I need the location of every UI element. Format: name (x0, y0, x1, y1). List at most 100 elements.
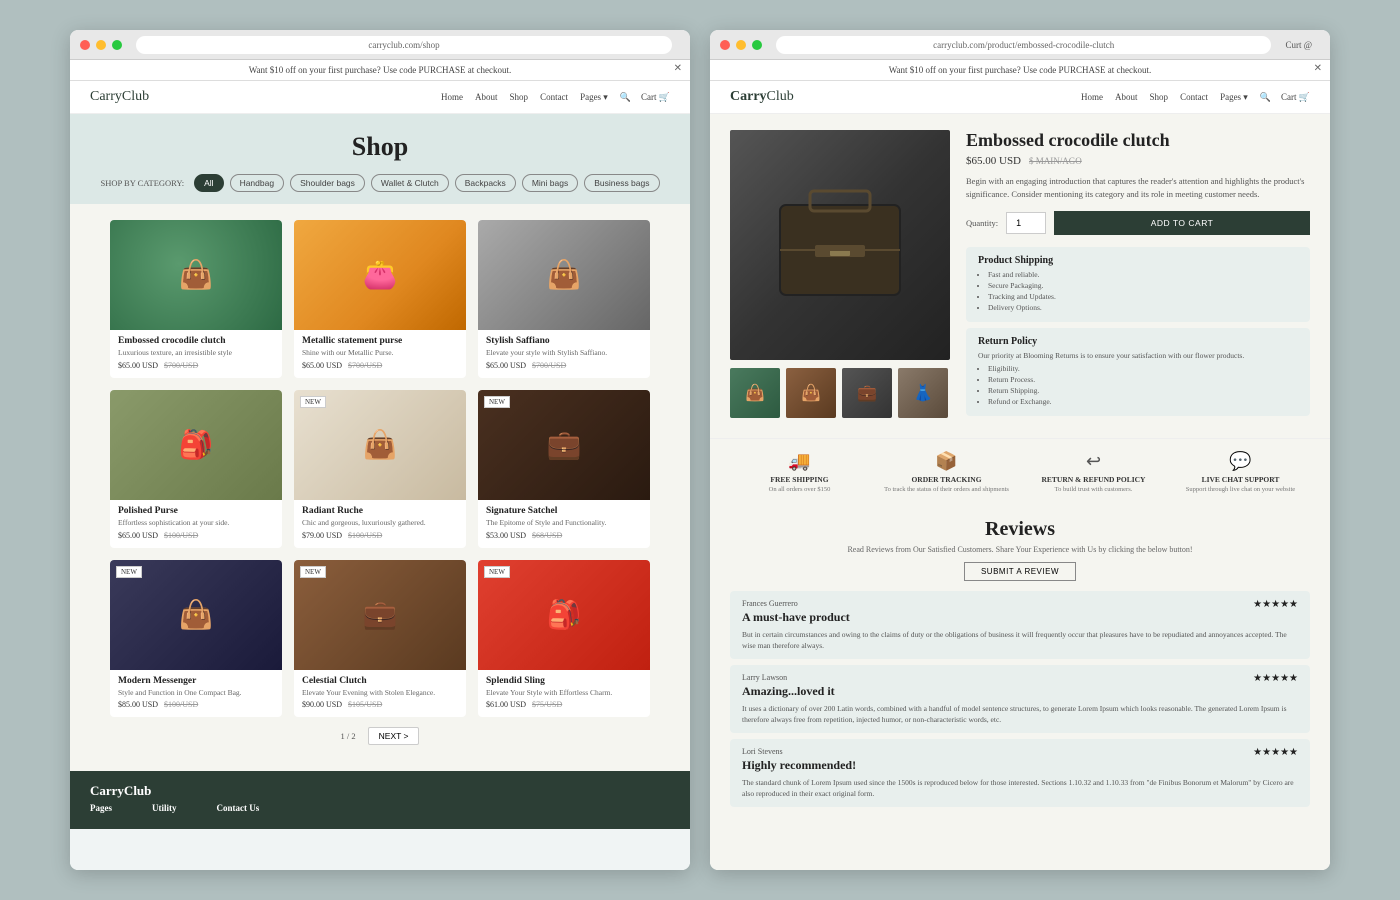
shop-page: Want $10 off on your first purchase? Use… (70, 60, 690, 870)
nav-shop[interactable]: Shop (510, 92, 529, 103)
nav-logo: CarryClub (90, 89, 149, 105)
product-name-9: Splendid Sling (486, 676, 642, 686)
right-nav-contact[interactable]: Contact (1180, 92, 1208, 103)
right-nav-home[interactable]: Home (1081, 92, 1103, 103)
product-price-2: $65.00 USD $700/USD (302, 361, 458, 370)
product-info-3: Stylish Saffiano Elevate your style with… (478, 330, 650, 370)
product-desc-9: Elevate Your Style with Effortless Charm… (486, 688, 642, 698)
shop-hero: Shop SHOP BY CATEGORY: All Handbag Shoul… (70, 114, 690, 204)
nav-contact[interactable]: Contact (540, 92, 568, 103)
right-promo-banner: Want $10 off on your first purchase? Use… (710, 60, 1330, 81)
review-card-2: Larry Lawson Amazing...loved it ★★★★★ It… (730, 665, 1310, 733)
cat-backpack[interactable]: Backpacks (455, 174, 516, 192)
right-nav-pages[interactable]: Pages ▾ (1220, 92, 1248, 103)
cat-handbag[interactable]: Handbag (230, 174, 285, 192)
list-item[interactable]: 👜 Embossed crocodile clutch Luxurious te… (110, 220, 282, 378)
cat-business[interactable]: Business bags (584, 174, 659, 192)
review-stars-1: ★★★★★ (1253, 599, 1298, 610)
product-desc-1: Luxurious texture, an irresistible style (118, 348, 274, 358)
detail-price-row: $65.00 USD $ MAIN/AGO (966, 155, 1310, 167)
product-price-3: $65.00 USD $700/USD (486, 361, 642, 370)
list-item[interactable]: NEW 👜 Radiant Ruche Chic and gorgeous, l… (294, 390, 466, 548)
product-main-image: 👜 👜 💼 👗 (730, 130, 950, 422)
max-btn-left[interactable] (112, 40, 122, 50)
footer-columns: Pages Utility Contact Us (90, 803, 670, 817)
browser-chrome-left: carryclub.com/shop (70, 30, 690, 60)
product-price-5: $79.00 USD $100/USD (302, 531, 458, 540)
cat-shoulder[interactable]: Shoulder bags (290, 174, 365, 192)
right-search-icon[interactable]: 🔍 (1260, 92, 1271, 103)
product-detail-section: 👜 👜 💼 👗 Embossed crocodile clutch $65.00… (710, 114, 1330, 438)
nav-home[interactable]: Home (441, 92, 463, 103)
list-item[interactable]: 👜 Stylish Saffiano Elevate your style wi… (478, 220, 650, 378)
list-item[interactable]: 🎒 Polished Purse Effortless sophisticati… (110, 390, 282, 548)
product-name-3: Stylish Saffiano (486, 336, 642, 346)
returns-title: Return Policy (978, 336, 1298, 347)
returns-icon: ↩ (1020, 451, 1167, 472)
thumb-1[interactable]: 👜 (730, 368, 780, 418)
main-img-art (730, 130, 950, 360)
footer-logo: CarryClub (90, 783, 670, 799)
add-to-cart-button[interactable]: ADD TO CART (1054, 211, 1310, 235)
price-val-6: $53.00 USD (486, 531, 526, 540)
list-item[interactable]: NEW 💼 Signature Satchel The Epitome of S… (478, 390, 650, 548)
close-btn-left[interactable] (80, 40, 90, 50)
nav-pages[interactable]: Pages ▾ (580, 92, 608, 103)
address-bar-left[interactable]: carryclub.com/shop (136, 36, 672, 54)
cart-link[interactable]: Cart 🛒 (641, 92, 670, 103)
product-desc-2: Shine with our Metallic Purse. (302, 348, 458, 358)
right-cart-link[interactable]: Cart 🛒 (1281, 92, 1310, 103)
nav-bar: CarryClub Home About Shop Contact Pages … (70, 81, 690, 114)
list-item[interactable]: 👛 Metallic statement purse Shine with ou… (294, 220, 466, 378)
min-btn-right[interactable] (736, 40, 746, 50)
list-item[interactable]: NEW 💼 Celestial Clutch Elevate Your Even… (294, 560, 466, 718)
max-btn-right[interactable] (752, 40, 762, 50)
feature-chat-desc: Support through live chat on your websit… (1167, 486, 1314, 494)
right-nav-shop[interactable]: Shop (1150, 92, 1169, 103)
old-price-2: $700/USD (348, 361, 382, 370)
reviews-title: Reviews (730, 518, 1310, 541)
bag-gray-img: 👜 (478, 220, 650, 330)
footer-col-pages: Pages (90, 803, 112, 817)
thumb-3[interactable]: 💼 (842, 368, 892, 418)
price-val-4: $65.00 USD (118, 531, 158, 540)
returns-panel: Return Policy Our priority at Blooming R… (966, 328, 1310, 417)
new-badge-9: NEW (484, 566, 510, 578)
product-image-6: NEW 💼 (478, 390, 650, 500)
right-promo-close[interactable]: ✕ (1314, 63, 1322, 74)
review-text-3: The standard chunk of Lorem Ipsum used s… (742, 778, 1298, 799)
right-nav-about[interactable]: About (1115, 92, 1138, 103)
product-name-7: Modern Messenger (118, 676, 274, 686)
search-icon[interactable]: 🔍 (620, 92, 631, 103)
product-info-1: Embossed crocodile clutch Luxurious text… (110, 330, 282, 370)
nav-about[interactable]: About (475, 92, 498, 103)
next-page-button[interactable]: NEXT > (368, 727, 420, 745)
list-item[interactable]: NEW 🎒 Splendid Sling Elevate Your Style … (478, 560, 650, 718)
address-bar-right[interactable]: carryclub.com/product/embossed-crocodile… (776, 36, 1271, 54)
review-header-1: Frances Guerrero A must-have product ★★★… (742, 599, 1298, 627)
product-grid-container: 👜 Embossed crocodile clutch Luxurious te… (70, 204, 690, 771)
price-val-3: $65.00 USD (486, 361, 526, 370)
thumb-4[interactable]: 👗 (898, 368, 948, 418)
review-header-2: Larry Lawson Amazing...loved it ★★★★★ (742, 673, 1298, 701)
right-promo-text: Want $10 off on your first purchase? Use… (889, 65, 1152, 75)
thumb-2[interactable]: 👜 (786, 368, 836, 418)
cat-mini[interactable]: Mini bags (522, 174, 578, 192)
quantity-row: Quantity: ADD TO CART (966, 211, 1310, 235)
feature-returns-desc: To build trust with customers. (1020, 486, 1167, 494)
shipping-item-4: Delivery Options. (988, 303, 1298, 312)
return-item-1: Eligibility. (988, 364, 1298, 373)
right-nav-actions: 🔍 Cart 🛒 (1260, 92, 1310, 103)
list-item[interactable]: NEW 👜 Modern Messenger Style and Functio… (110, 560, 282, 718)
cat-all[interactable]: All (194, 174, 223, 192)
cat-wallet[interactable]: Wallet & Clutch (371, 174, 449, 192)
submit-review-button[interactable]: SUBMIT A REVIEW (964, 562, 1076, 581)
feature-shipping-desc: On all orders over $150 (726, 486, 873, 494)
tracking-icon: 📦 (873, 451, 1020, 472)
close-btn-right[interactable] (720, 40, 730, 50)
promo-close[interactable]: ✕ (674, 63, 682, 74)
quantity-input[interactable] (1006, 212, 1046, 234)
min-btn-left[interactable] (96, 40, 106, 50)
detail-price: $65.00 USD (966, 155, 1021, 167)
product-price-8: $90.00 USD $105/USD (302, 700, 458, 709)
